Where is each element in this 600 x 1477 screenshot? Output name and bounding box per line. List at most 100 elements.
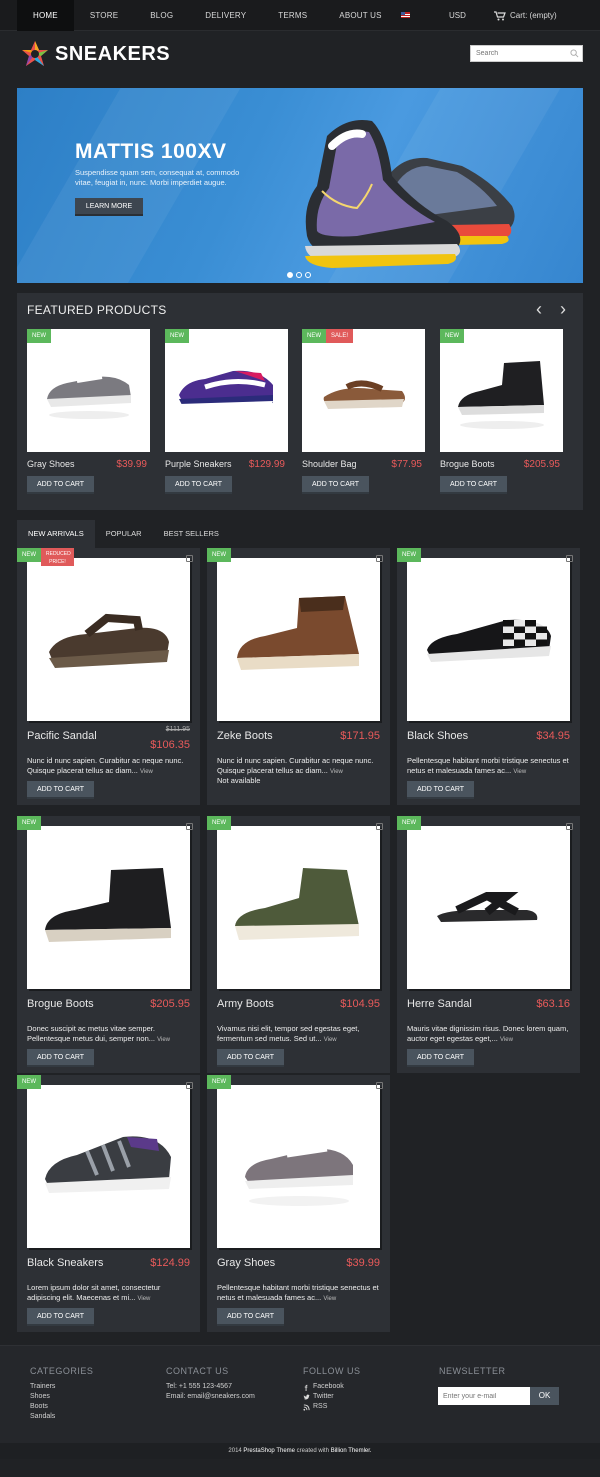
add-to-cart-button[interactable]: ADD TO CART — [217, 1308, 285, 1326]
availability-text: Not available — [217, 776, 261, 785]
slider-dot[interactable] — [305, 272, 311, 278]
product-name[interactable]: Pacific Sandal — [27, 730, 97, 742]
product-name[interactable]: Gray Shoes — [27, 459, 75, 469]
rss-link[interactable]: RSS — [303, 1402, 361, 1412]
footer-link[interactable]: Shoes — [30, 1392, 93, 1402]
learn-more-button[interactable]: LEARN MORE — [75, 198, 143, 216]
product-image[interactable] — [27, 826, 190, 989]
language-flag-icon[interactable] — [401, 12, 410, 18]
view-link[interactable]: View — [330, 769, 343, 775]
contact-email[interactable]: Email: email@sneakers.com — [166, 1392, 255, 1402]
view-link[interactable]: View — [324, 1037, 337, 1043]
add-to-cart-button[interactable]: ADD TO CART — [440, 476, 508, 494]
product-name[interactable]: Zeke Boots — [217, 730, 273, 742]
nav-home[interactable]: HOME — [17, 0, 74, 31]
search-icon[interactable] — [570, 49, 579, 58]
product-name[interactable]: Brogue Boots — [27, 998, 94, 1010]
new-badge: NEW — [397, 548, 421, 562]
footer-link[interactable]: Boots — [30, 1402, 93, 1412]
footer-contact: CONTACT US Tel: +1 555 123-4567 Email: e… — [166, 1366, 255, 1402]
tab-new-arrivals[interactable]: NEW ARRIVALS — [17, 520, 95, 548]
twitter-link[interactable]: Twitter — [303, 1392, 361, 1402]
quick-view-icon[interactable] — [376, 1082, 383, 1089]
quick-view-icon[interactable] — [186, 823, 193, 830]
author-link[interactable]: Billion Themler. — [331, 1448, 372, 1454]
theme-link[interactable]: PrestaShop Theme — [243, 1448, 295, 1454]
product-name[interactable]: Black Sneakers — [27, 1257, 103, 1269]
add-to-cart-button[interactable]: ADD TO CART — [27, 781, 95, 799]
currency-selector[interactable]: USD — [449, 0, 466, 31]
view-link[interactable]: View — [140, 769, 153, 775]
new-badge: NEW — [207, 816, 231, 830]
product-image[interactable]: NEW — [440, 329, 563, 452]
product-name[interactable]: Herre Sandal — [407, 998, 472, 1010]
copyright-year: 2014 — [228, 1448, 244, 1454]
cart-icon — [494, 11, 506, 21]
view-link[interactable]: View — [323, 1296, 336, 1302]
product-name[interactable]: Black Shoes — [407, 730, 468, 742]
site-logo[interactable]: SNEAKERS — [21, 40, 170, 68]
product-image[interactable]: NEW — [165, 329, 288, 452]
product-name[interactable]: Gray Shoes — [217, 1257, 275, 1269]
product-name[interactable]: Brogue Boots — [440, 459, 495, 469]
description-text: Pellentesque habitant morbi tristique se… — [217, 1283, 379, 1302]
product-name[interactable]: Shoulder Bag — [302, 459, 357, 469]
nav-terms[interactable]: TERMS — [262, 0, 323, 31]
product-image[interactable] — [27, 558, 190, 721]
add-to-cart-button[interactable]: ADD TO CART — [302, 476, 370, 494]
slider-dot[interactable] — [287, 272, 293, 278]
product-image[interactable] — [407, 826, 570, 989]
add-to-cart-button[interactable]: ADD TO CART — [407, 781, 475, 799]
product-image[interactable] — [407, 558, 570, 721]
quick-view-icon[interactable] — [376, 555, 383, 562]
quick-view-icon[interactable] — [186, 1082, 193, 1089]
product-image[interactable] — [217, 1085, 380, 1248]
tab-best-sellers[interactable]: BEST SELLERS — [153, 520, 230, 548]
product-name[interactable]: Army Boots — [217, 998, 274, 1010]
nav-about-us[interactable]: ABOUT US — [323, 0, 397, 31]
logo-text: SNEAKERS — [55, 42, 171, 65]
quick-view-icon[interactable] — [376, 823, 383, 830]
product-image[interactable]: NEW SALE! — [302, 329, 425, 452]
quick-view-icon[interactable] — [566, 555, 573, 562]
add-to-cart-button[interactable]: ADD TO CART — [27, 476, 95, 494]
product-image[interactable] — [217, 558, 380, 721]
tab-popular[interactable]: POPULAR — [95, 520, 153, 548]
add-to-cart-button[interactable]: ADD TO CART — [407, 1049, 475, 1067]
search-input[interactable] — [471, 46, 567, 61]
add-to-cart-button[interactable]: ADD TO CART — [27, 1049, 95, 1067]
next-arrow-icon[interactable]: › — [560, 299, 566, 320]
view-link[interactable]: View — [513, 769, 526, 775]
footer-link[interactable]: Trainers — [30, 1382, 93, 1392]
cart-link[interactable]: Cart: (empty) — [494, 0, 557, 31]
slider-dot[interactable] — [296, 272, 302, 278]
add-to-cart-button[interactable]: ADD TO CART — [217, 1049, 285, 1067]
prev-arrow-icon[interactable]: ‹ — [536, 299, 542, 320]
nav-store[interactable]: STORE — [74, 0, 134, 31]
newsletter-email-input[interactable] — [438, 1387, 530, 1405]
newsletter-ok-button[interactable]: OK — [530, 1387, 559, 1405]
view-link[interactable]: View — [157, 1037, 170, 1043]
search-box — [470, 45, 583, 62]
product-image[interactable] — [27, 1085, 190, 1248]
product-name[interactable]: Purple Sneakers — [165, 459, 232, 469]
view-link[interactable]: View — [500, 1037, 513, 1043]
product-tabs: NEW ARRIVALS POPULAR BEST SELLERS — [17, 520, 230, 548]
description-text: Donec suscipit ac metus vitae semper. Pe… — [27, 1024, 155, 1043]
quick-view-icon[interactable] — [566, 823, 573, 830]
facebook-link[interactable]: Facebook — [303, 1382, 361, 1392]
hero-slider: MATTIS 100XV Suspendisse quam sem, conse… — [17, 88, 583, 283]
add-to-cart-button[interactable]: ADD TO CART — [165, 476, 233, 494]
add-to-cart-button[interactable]: ADD TO CART — [27, 1308, 95, 1326]
footer-link[interactable]: Sandals — [30, 1412, 93, 1422]
view-link[interactable]: View — [137, 1296, 150, 1302]
nav-blog[interactable]: BLOG — [134, 0, 189, 31]
quick-view-icon[interactable] — [186, 555, 193, 562]
product-image[interactable]: NEW — [27, 329, 150, 452]
cart-label: Cart: (empty) — [510, 11, 557, 20]
footer-heading: CATEGORIES — [30, 1366, 94, 1376]
product-description: Lorem ipsum dolor sit amet, consectetur … — [27, 1283, 192, 1304]
nav-delivery[interactable]: DELIVERY — [189, 0, 262, 31]
product-description: Mauris vitae dignissim risus. Donec lore… — [407, 1024, 572, 1045]
product-image[interactable] — [217, 826, 380, 989]
